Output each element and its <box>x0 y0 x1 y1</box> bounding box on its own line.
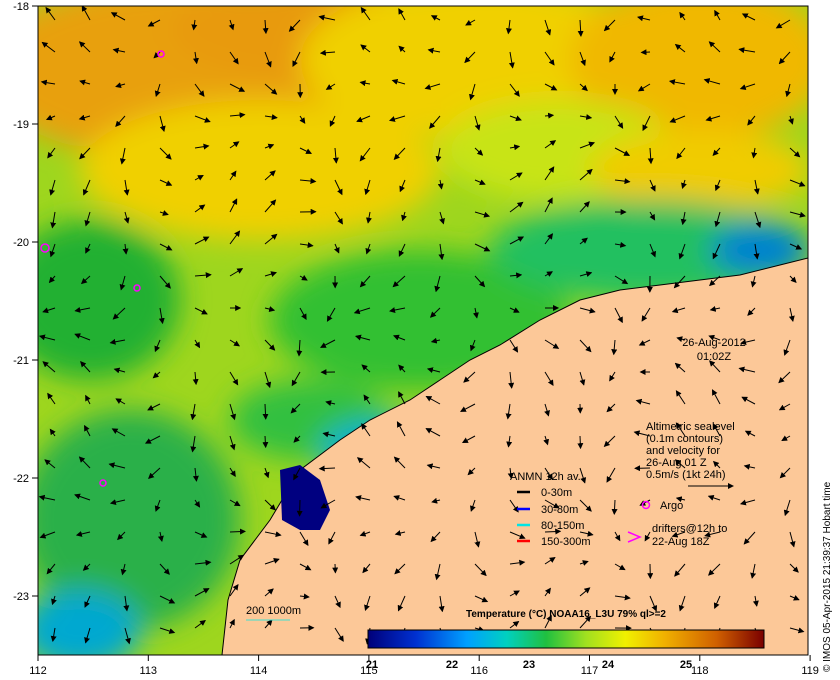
info-line: Altimetric sealevel <box>646 421 735 433</box>
velocity-arrow <box>611 499 618 516</box>
legend-label: 80-150m <box>541 520 584 532</box>
latitude-axis: -18 -19 -20 -21 -22 -23 <box>13 1 38 603</box>
sst-field <box>38 6 808 655</box>
drifter-legend-label: 22-Aug 18Z <box>652 536 710 548</box>
lat-tick-label: -23 <box>13 591 29 603</box>
velocity-arrow <box>577 435 584 450</box>
lon-tick-label: 114 <box>250 665 268 677</box>
isobath-label: 200 1000m <box>246 605 301 617</box>
lat-tick-label: -22 <box>13 473 29 485</box>
legend-label: 150-300m <box>541 536 591 548</box>
colorbar-tick: 24 <box>602 659 615 671</box>
lon-tick-label: 116 <box>470 665 488 677</box>
drifter-legend-label: drifters@12h to <box>652 523 727 535</box>
velocity-arrow <box>229 528 246 535</box>
lon-tick-label: 118 <box>691 665 709 677</box>
lon-tick-label: 117 <box>581 665 599 677</box>
argo-legend-label: Argo <box>660 500 683 512</box>
lat-tick-label: -21 <box>13 355 29 367</box>
info-line: 0.5m/s (1kt 24h) <box>646 469 725 481</box>
colorbar-title: Temperature (°C) NOAA16_L3U 79% ql>=2 <box>466 609 666 620</box>
velocity-arrow <box>262 435 269 449</box>
longitude-axis: 112 113 114 115 116 117 118 119 <box>29 655 819 677</box>
colorbar-tick: 22 <box>446 659 458 671</box>
colorbar-gradient <box>367 629 765 649</box>
lon-tick-label: 112 <box>29 665 47 677</box>
legend-label: 0-30m <box>541 487 572 499</box>
info-line: 26-Aug 01 Z <box>646 457 707 469</box>
colorbar-tick: 25 <box>680 659 692 671</box>
lon-tick-label: 119 <box>801 665 819 677</box>
lon-tick-label: 113 <box>140 665 158 677</box>
lat-tick-label: -20 <box>13 237 29 249</box>
info-line: (0.1m contours) <box>646 433 723 445</box>
colorbar-tick: 23 <box>523 659 535 671</box>
legend-title: ANMN 12h av. <box>510 471 581 483</box>
colorbar-tick: 21 <box>366 659 378 671</box>
velocity-arrow <box>318 465 336 472</box>
lat-tick-label: -18 <box>13 1 29 13</box>
lat-tick-label: -19 <box>13 119 29 131</box>
info-line: and velocity for <box>646 445 720 457</box>
credit-text: © IMOS 05-Apr-2015 21:39:37 Hobart time <box>822 481 833 672</box>
legend-label: 30-80m <box>541 504 578 516</box>
sst-map: 112 113 114 115 116 117 118 119 -18-19-20-21-22… <box>13 1 819 677</box>
map-date: 26-Aug-2012 <box>682 337 746 349</box>
map-time: 01:02Z <box>697 351 732 363</box>
